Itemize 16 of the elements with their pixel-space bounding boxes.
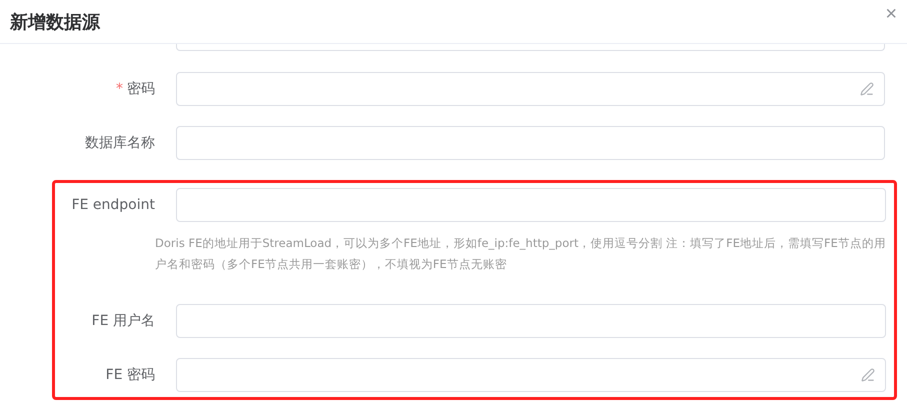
close-button[interactable]: × — [885, 3, 897, 26]
input-field[interactable] — [176, 44, 885, 51]
field-label: 数据库名称 — [84, 134, 155, 152]
help-text: Doris FE的地址用于StreamLoad，可以为多个FE地址，形如fe_ip:fe_http_port，使用逗号分割 注：填写了FE地址后，需填写FE节点的用户名和密码（多个FE节点共用一套账密），不填视为FE节点无账密 — [155, 235, 887, 273]
input-field[interactable] — [176, 126, 885, 160]
field-label: * 密码 — [115, 80, 155, 98]
input-field[interactable] — [176, 72, 885, 106]
input-field[interactable] — [176, 188, 886, 222]
input-field[interactable] — [176, 304, 886, 338]
dialog-title: 新增数据源 — [10, 10, 100, 34]
edit-icon — [861, 368, 875, 382]
field-label: FE 密码 — [104, 366, 155, 384]
edit-icon — [860, 82, 874, 96]
field-label: FE 用户名 — [90, 312, 155, 330]
field-label: FE endpoint — [70, 197, 155, 213]
input-field[interactable] — [176, 358, 886, 392]
